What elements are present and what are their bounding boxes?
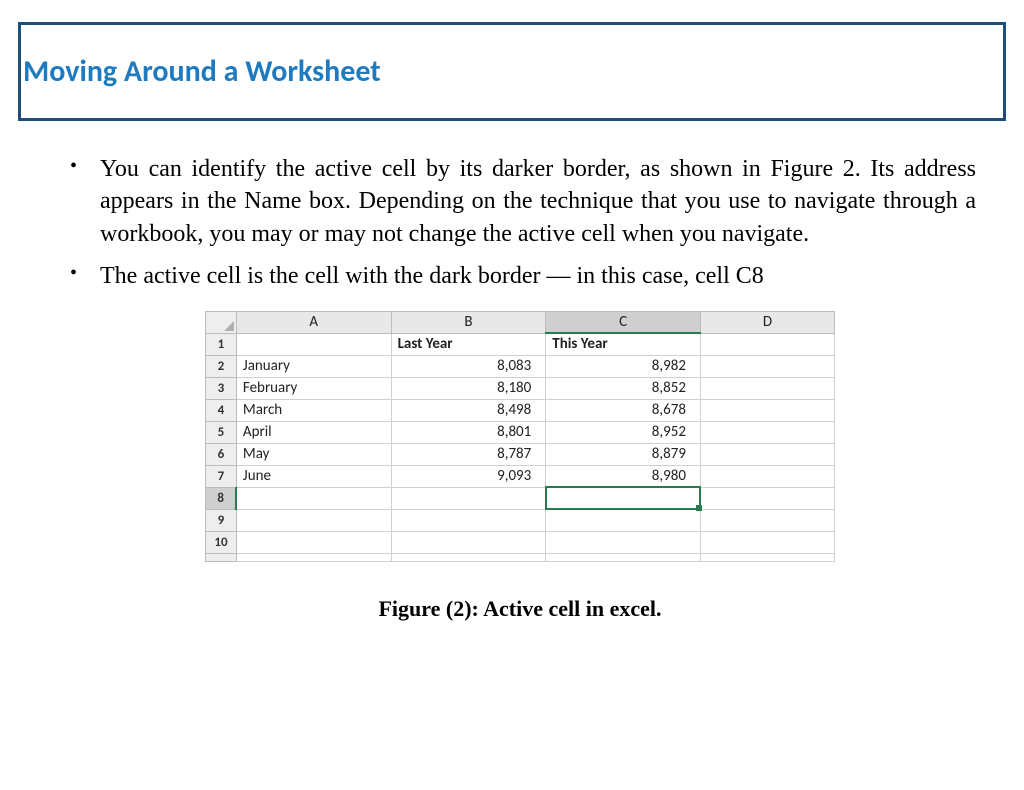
cell[interactable] bbox=[700, 531, 834, 553]
content-area: You can identify the active cell by its … bbox=[64, 153, 976, 622]
row-header[interactable]: 9 bbox=[206, 509, 237, 531]
cell[interactable] bbox=[236, 509, 391, 531]
cell[interactable] bbox=[546, 553, 701, 561]
cell[interactable] bbox=[236, 553, 391, 561]
cell[interactable]: 8,678 bbox=[546, 399, 701, 421]
bullet-list: You can identify the active cell by its … bbox=[64, 153, 976, 293]
cell[interactable]: This Year bbox=[546, 333, 701, 355]
cell[interactable]: 8,498 bbox=[391, 399, 546, 421]
cell[interactable] bbox=[700, 443, 834, 465]
cell[interactable]: 8,180 bbox=[391, 377, 546, 399]
cell[interactable] bbox=[700, 421, 834, 443]
cell[interactable] bbox=[700, 399, 834, 421]
excel-figure: ABCD1Last YearThis Year2January8,0838,98… bbox=[205, 311, 835, 562]
cell[interactable] bbox=[391, 553, 546, 561]
column-header[interactable]: D bbox=[700, 311, 834, 333]
cell[interactable]: 8,879 bbox=[546, 443, 701, 465]
cell[interactable]: 8,982 bbox=[546, 355, 701, 377]
active-cell[interactable] bbox=[546, 487, 701, 509]
cell[interactable] bbox=[700, 509, 834, 531]
cell[interactable] bbox=[236, 531, 391, 553]
cell[interactable]: 8,787 bbox=[391, 443, 546, 465]
cell[interactable] bbox=[700, 487, 834, 509]
row-header[interactable]: 2 bbox=[206, 355, 237, 377]
row-header[interactable]: 3 bbox=[206, 377, 237, 399]
column-header[interactable]: C bbox=[546, 311, 701, 333]
cell[interactable] bbox=[391, 531, 546, 553]
row-header[interactable]: 10 bbox=[206, 531, 237, 553]
row-header[interactable] bbox=[206, 553, 237, 561]
cell[interactable]: April bbox=[236, 421, 391, 443]
cell[interactable] bbox=[700, 465, 834, 487]
row-header[interactable]: 8 bbox=[206, 487, 237, 509]
cell[interactable] bbox=[391, 509, 546, 531]
cell[interactable] bbox=[700, 333, 834, 355]
cell[interactable]: January bbox=[236, 355, 391, 377]
cell[interactable]: 8,980 bbox=[546, 465, 701, 487]
cell[interactable] bbox=[391, 487, 546, 509]
row-header[interactable]: 7 bbox=[206, 465, 237, 487]
figure-caption: Figure (2): Active cell in excel. bbox=[64, 596, 976, 622]
cell[interactable] bbox=[700, 553, 834, 561]
bullet-item: The active cell is the cell with the dar… bbox=[64, 260, 976, 292]
row-header[interactable]: 5 bbox=[206, 421, 237, 443]
cell[interactable] bbox=[700, 355, 834, 377]
row-header[interactable]: 4 bbox=[206, 399, 237, 421]
row-header[interactable]: 1 bbox=[206, 333, 237, 355]
select-all-corner[interactable] bbox=[206, 311, 237, 333]
column-header[interactable]: A bbox=[236, 311, 391, 333]
page-title: Moving Around a Worksheet bbox=[21, 53, 1003, 90]
cell[interactable]: June bbox=[236, 465, 391, 487]
cell[interactable] bbox=[546, 531, 701, 553]
cell[interactable]: March bbox=[236, 399, 391, 421]
cell[interactable]: February bbox=[236, 377, 391, 399]
bullet-item: You can identify the active cell by its … bbox=[64, 153, 976, 250]
cell[interactable]: 9,093 bbox=[391, 465, 546, 487]
cell[interactable] bbox=[546, 509, 701, 531]
cell[interactable]: 8,952 bbox=[546, 421, 701, 443]
cell[interactable]: 8,852 bbox=[546, 377, 701, 399]
row-header[interactable]: 6 bbox=[206, 443, 237, 465]
cell[interactable] bbox=[236, 487, 391, 509]
excel-grid: ABCD1Last YearThis Year2January8,0838,98… bbox=[205, 311, 835, 562]
cell[interactable]: 8,083 bbox=[391, 355, 546, 377]
cell[interactable]: 8,801 bbox=[391, 421, 546, 443]
cell[interactable] bbox=[700, 377, 834, 399]
cell[interactable] bbox=[236, 333, 391, 355]
column-header[interactable]: B bbox=[391, 311, 546, 333]
title-box: Moving Around a Worksheet bbox=[18, 22, 1006, 121]
cell[interactable]: Last Year bbox=[391, 333, 546, 355]
cell[interactable]: May bbox=[236, 443, 391, 465]
